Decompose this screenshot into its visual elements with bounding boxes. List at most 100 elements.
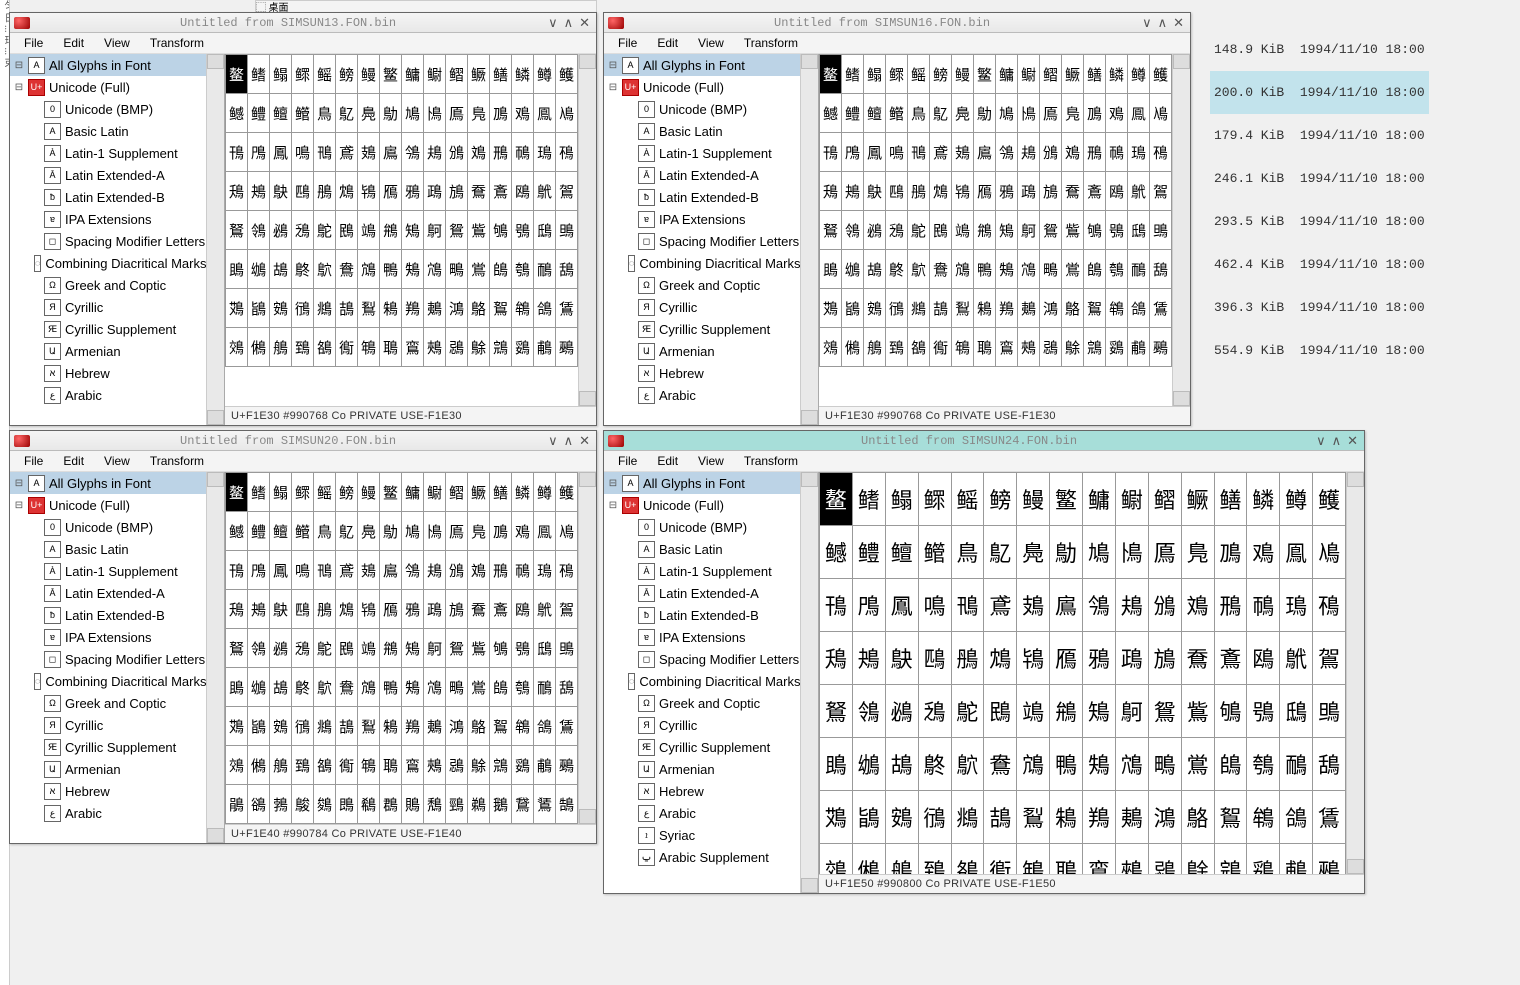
glyph-cell[interactable]: 鵈 xyxy=(380,328,402,367)
glyph-cell[interactable]: 鳗 xyxy=(358,473,380,512)
glyph-cell[interactable]: 鴥 xyxy=(314,668,336,707)
glyph-cell[interactable]: 鴷 xyxy=(1017,791,1050,844)
glyph-cell[interactable]: 鳬 xyxy=(468,512,490,551)
glyph-cell[interactable]: 鳡 xyxy=(820,526,853,579)
glyph-cell[interactable]: 鴶 xyxy=(930,289,952,328)
glyph-cell[interactable]: 鴲 xyxy=(248,707,270,746)
glyph-cell[interactable]: 鳺 xyxy=(1115,579,1148,632)
glyph-cell[interactable]: 鳣 xyxy=(885,526,918,579)
glyph-cell[interactable]: 鴑 xyxy=(820,685,853,738)
glyph-cell[interactable]: 鴽 xyxy=(490,707,512,746)
glyph-cell[interactable]: 鳭 xyxy=(490,512,512,551)
glyph-cell[interactable]: 鳝 xyxy=(1084,55,1106,94)
glyph-cell[interactable]: 鴽 xyxy=(1084,289,1106,328)
glyph-cell[interactable]: 鴏 xyxy=(534,172,556,211)
glyph-cell[interactable]: 鴲 xyxy=(842,289,864,328)
glyph-cell[interactable]: 鳢 xyxy=(842,94,864,133)
glyph-cell[interactable]: 鳸 xyxy=(380,551,402,590)
glyph-cell[interactable]: 鳟 xyxy=(534,473,556,512)
glyph-cell[interactable]: 鳸 xyxy=(380,133,402,172)
glyph-cell[interactable]: 鴆 xyxy=(930,172,952,211)
glyph-cell[interactable]: 鴔 xyxy=(292,629,314,668)
tree-item[interactable]: 0 Unicode (BMP) xyxy=(604,516,800,538)
glyph-cell[interactable]: 鴋 xyxy=(446,590,468,629)
glyph-cell[interactable]: 鵆 xyxy=(336,328,358,367)
glyph-cell[interactable]: 鳘 xyxy=(380,473,402,512)
glyph-cell[interactable]: 鵎 xyxy=(1106,328,1128,367)
tree-item[interactable]: A Basic Latin xyxy=(10,538,206,560)
glyph-cell[interactable]: 鳟 xyxy=(1280,473,1313,526)
glyph-cell[interactable]: 鴯 xyxy=(534,250,556,289)
glyph-cell[interactable]: 鵐 xyxy=(556,746,578,785)
glyph-cell[interactable]: 鴅 xyxy=(951,632,984,685)
glyph-cell[interactable]: 鵓 xyxy=(270,785,292,824)
glyph-cell[interactable]: 鴁 xyxy=(820,632,853,685)
glyph-cell[interactable]: 鴴 xyxy=(918,791,951,844)
glyph-cell[interactable]: 鴵 xyxy=(908,289,930,328)
glyph-cell[interactable]: 鵀 xyxy=(1150,289,1172,328)
glyph-cell[interactable]: 鴪 xyxy=(424,668,446,707)
glyph-cell[interactable]: 鳝 xyxy=(1214,473,1247,526)
glyph-cell[interactable]: 鵐 xyxy=(556,328,578,367)
glyph-cell[interactable]: 鵃 xyxy=(864,328,886,367)
tree-item[interactable]: א Hebrew xyxy=(10,780,206,802)
tree-item[interactable]: ◌ Combining Diacritical Marks xyxy=(604,670,800,692)
glyph-cell[interactable]: 鴆 xyxy=(984,632,1017,685)
glyph-cell[interactable]: 鴽 xyxy=(1214,791,1247,844)
glyph-cell[interactable]: 鳩 xyxy=(1083,526,1116,579)
glyph-cell[interactable]: 鳘 xyxy=(1050,473,1083,526)
glyph-cell[interactable]: 鴇 xyxy=(1017,632,1050,685)
tree-item[interactable]: א Hebrew xyxy=(10,362,206,384)
tree-item[interactable]: ع Arabic xyxy=(604,802,800,824)
tree-twisty[interactable]: ⊟ xyxy=(608,478,618,489)
glyph-cell[interactable]: 鴫 xyxy=(1040,250,1062,289)
glyph-cell[interactable]: 鴂 xyxy=(852,632,885,685)
glyph-cell[interactable]: 鴮 xyxy=(1247,738,1280,791)
glyph-cell[interactable]: 鴲 xyxy=(248,289,270,328)
glyph-cell[interactable]: 鴿 xyxy=(534,289,556,328)
tree-item[interactable]: ƀ Latin Extended-B xyxy=(10,186,206,208)
glyph-cell[interactable]: 鳫 xyxy=(1148,526,1181,579)
glyph-cell[interactable]: 鳚 xyxy=(424,55,446,94)
glyph-cell[interactable]: 鳶 xyxy=(984,579,1017,632)
glyph-cell[interactable]: 鴸 xyxy=(380,289,402,328)
glyph-cell[interactable]: 鴼 xyxy=(468,707,490,746)
glyph-cell[interactable]: 鵉 xyxy=(402,328,424,367)
glyph-cell[interactable]: 鳎 xyxy=(885,473,918,526)
glyph-cell[interactable]: 鴵 xyxy=(951,791,984,844)
glyph-cell[interactable]: 鳶 xyxy=(930,133,952,172)
glyph-cell[interactable]: 鳣 xyxy=(270,94,292,133)
glyph-cell[interactable]: 鵉 xyxy=(1083,844,1116,875)
glyph-cell[interactable]: 鳞 xyxy=(512,55,534,94)
glyph-cell[interactable]: 鴽 xyxy=(490,289,512,328)
glyph-cell[interactable]: 鵁 xyxy=(226,328,248,367)
tree-item[interactable]: Ա Armenian xyxy=(10,758,206,780)
glyph-cell[interactable]: 鴈 xyxy=(380,590,402,629)
glyph-cell[interactable]: 鳮 xyxy=(1247,526,1280,579)
glyph-cell[interactable]: 鴟 xyxy=(534,629,556,668)
glyph-cell[interactable]: 鴮 xyxy=(512,668,534,707)
glyph-cell[interactable]: 鳻 xyxy=(446,133,468,172)
glyph-cell[interactable]: 鴁 xyxy=(226,172,248,211)
glyph-cell[interactable]: 鴺 xyxy=(424,707,446,746)
glyph-cell[interactable]: 鳴 xyxy=(292,551,314,590)
glyph-cell[interactable]: 鳭 xyxy=(1214,526,1247,579)
glyph-cell[interactable]: 鳨 xyxy=(1050,526,1083,579)
glyph-cell[interactable]: 鳳 xyxy=(885,579,918,632)
glyph-cell[interactable]: 鴖 xyxy=(336,211,358,250)
glyph-cell[interactable]: 鵍 xyxy=(1084,328,1106,367)
glyph-cell[interactable]: 鴘 xyxy=(1050,685,1083,738)
glyph-cell[interactable]: 鳤 xyxy=(292,512,314,551)
glyph-cell[interactable]: 鳲 xyxy=(852,579,885,632)
glyph-cell[interactable]: 鳞 xyxy=(1247,473,1280,526)
glyph-cell[interactable]: 鳜 xyxy=(468,473,490,512)
glyph-cell[interactable]: 鳹 xyxy=(1083,579,1116,632)
glyph-cell[interactable]: 鴒 xyxy=(842,211,864,250)
tree-item[interactable]: Ā Latin Extended-A xyxy=(604,164,800,186)
tree-item[interactable]: ɐ IPA Extensions xyxy=(604,626,800,648)
glyph-cell[interactable]: 鳚 xyxy=(424,473,446,512)
glyph-cell[interactable]: 鳡 xyxy=(226,94,248,133)
glyph-cell[interactable]: 鵇 xyxy=(358,746,380,785)
glyph-cell[interactable]: 鳮 xyxy=(512,512,534,551)
glyph-cell[interactable]: 鳺 xyxy=(424,551,446,590)
